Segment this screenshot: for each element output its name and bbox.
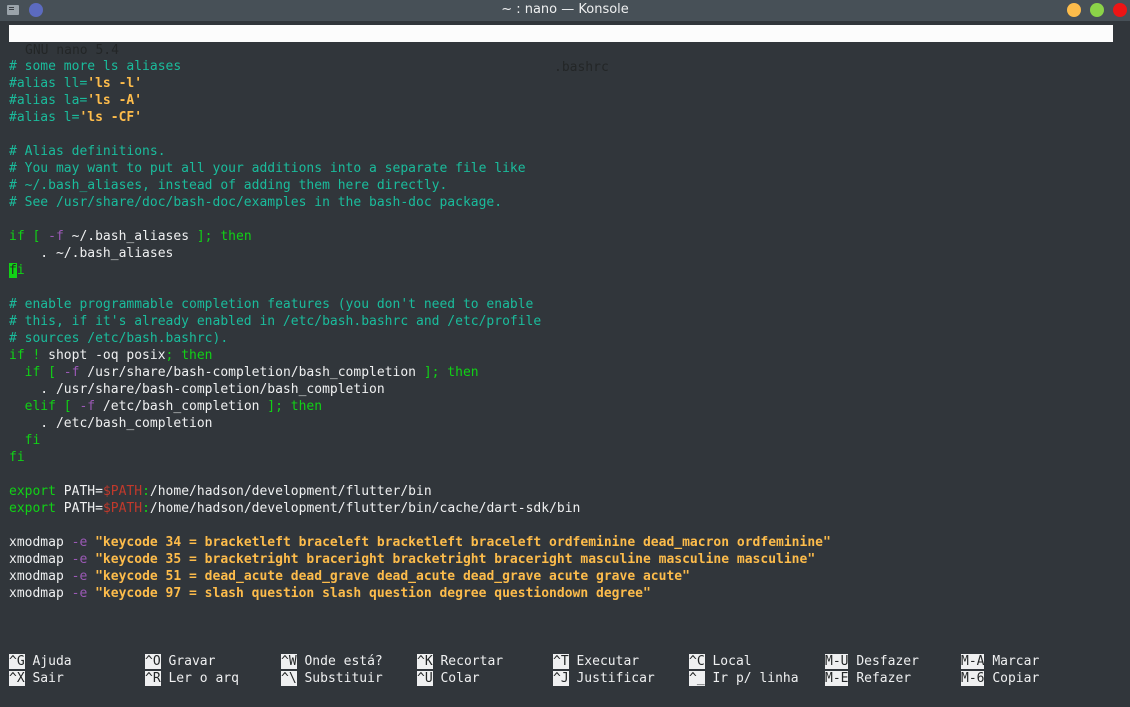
editor-line: export PATH=$PATH:/home/hadson/developme… — [9, 484, 432, 499]
shortcut-save[interactable]: ^O Gravar — [145, 653, 215, 670]
shortcut-execute[interactable]: ^T Executar — [553, 653, 639, 670]
shortcut-read-file[interactable]: ^R Ler o arq — [145, 670, 239, 687]
editor-line: # sources /etc/bash.bashrc). — [9, 331, 229, 346]
shortcut-copy[interactable]: M-6 Copiar — [961, 670, 1039, 687]
editor-line: # See /usr/share/doc/bash-doc/examples i… — [9, 195, 503, 210]
shortcut-where-is[interactable]: ^W Onde está? — [281, 653, 383, 670]
editor-line: if [ -f ~/.bash_aliases ]; then — [9, 229, 252, 244]
shortcut-location[interactable]: ^C Local — [689, 653, 752, 670]
editor-line: xmodmap -e "keycode 97 = slash question … — [9, 586, 651, 601]
maximize-button[interactable] — [1090, 3, 1104, 17]
editor-line: # ~/.bash_aliases, instead of adding the… — [9, 178, 448, 193]
editor-line: xmodmap -e "keycode 51 = dead_acute dead… — [9, 569, 690, 584]
shortcut-exit[interactable]: ^X Sair — [9, 670, 64, 687]
editor-line: xmodmap -e "keycode 35 = bracketright br… — [9, 552, 816, 567]
editor-line: fi — [9, 450, 25, 465]
minimize-button[interactable] — [1067, 3, 1081, 17]
terminal-area[interactable]: GNU nano 5.4 .bashrc # some more ls alia… — [0, 21, 1130, 707]
window-title: ~ : nano — Konsole — [501, 2, 629, 17]
editor-line: if ! shopt -oq posix; then — [9, 348, 213, 363]
editor-line: fi — [9, 433, 41, 448]
window-titlebar[interactable]: ~ : nano — Konsole — [0, 0, 1130, 21]
editor-line: fi — [9, 263, 25, 278]
editor-line: #alias la='ls -A' — [9, 93, 143, 108]
editor-line: export PATH=$PATH:/home/hadson/developme… — [9, 501, 581, 516]
editor-line: #alias l='ls -CF' — [9, 110, 143, 125]
editor-line: . ~/.bash_aliases — [9, 246, 174, 261]
editor-line: elif [ -f /etc/bash_completion ]; then — [9, 399, 323, 414]
editor-line: if [ -f /usr/share/bash-completion/bash_… — [9, 365, 479, 380]
editor-line: # this, if it's already enabled in /etc/… — [9, 314, 542, 329]
nano-version: GNU nano 5.4 — [25, 43, 119, 58]
editor-line: # You may want to put all your additions… — [9, 161, 526, 176]
editor-line: # some more ls aliases — [9, 59, 182, 74]
editor-line: xmodmap -e "keycode 34 = bracketleft bra… — [9, 535, 831, 550]
editor-line: #alias ll='ls -l' — [9, 76, 143, 91]
editor-line: . /usr/share/bash-completion/bash_comple… — [9, 382, 385, 397]
nano-header: GNU nano 5.4 .bashrc — [9, 25, 1113, 75]
shortcut-redo[interactable]: M-E Refazer — [825, 670, 911, 687]
text-cursor: f — [9, 263, 17, 278]
file-name: .bashrc — [554, 60, 609, 75]
shortcut-justify[interactable]: ^J Justificar — [553, 670, 655, 687]
shortcut-cut[interactable]: ^K Recortar — [417, 653, 503, 670]
shortcut-mark[interactable]: M-A Marcar — [961, 653, 1039, 670]
shortcut-replace[interactable]: ^\ Substituir — [281, 670, 383, 687]
close-button[interactable] — [1113, 3, 1127, 17]
editor-line: # enable programmable completion feature… — [9, 297, 534, 312]
shortcut-help[interactable]: ^G Ajuda — [9, 653, 72, 670]
shortcut-go-to-line[interactable]: ^_ Ir p/ linha — [689, 670, 799, 687]
shortcut-paste[interactable]: ^U Colar — [417, 670, 480, 687]
shortcut-undo[interactable]: M-U Desfazer — [825, 653, 919, 670]
editor-line: # Alias definitions. — [9, 144, 166, 159]
editor-line: . /etc/bash_completion — [9, 416, 213, 431]
